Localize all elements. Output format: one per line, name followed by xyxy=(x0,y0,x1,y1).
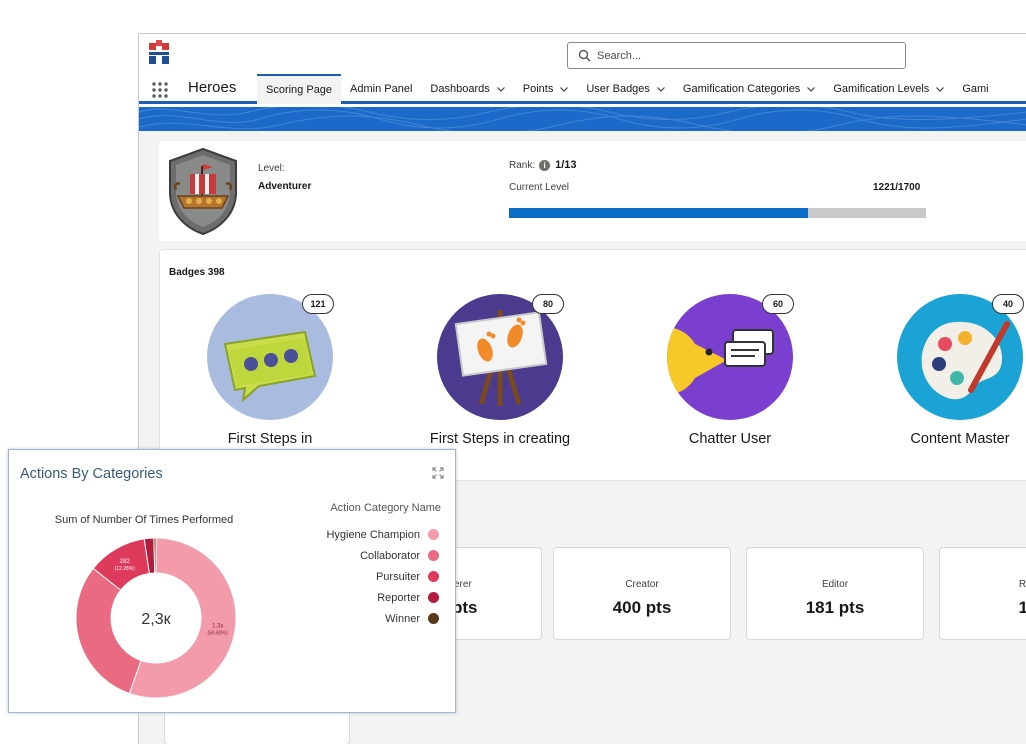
legend-label: Hygiene Champion xyxy=(326,528,420,541)
nav-tab-label: Scoring Page xyxy=(266,84,333,96)
legend-swatch xyxy=(428,592,439,603)
level-progress-bar xyxy=(509,208,926,218)
points-card-category: Rep xyxy=(1018,579,1026,590)
slice-value-label: 1.3к xyxy=(212,624,223,630)
points-card-category: Editor xyxy=(821,579,849,590)
search-icon xyxy=(578,49,591,62)
nav-tab-label: Gamification Levels xyxy=(833,83,930,95)
badge-name: Content Master xyxy=(910,431,1010,447)
legend-item[interactable]: Reporter xyxy=(249,587,441,608)
chevron-down-icon[interactable] xyxy=(496,85,505,93)
chevron-down-icon[interactable] xyxy=(807,85,816,93)
legend-swatch xyxy=(428,550,439,561)
nav-tab[interactable]: Gamification Levels xyxy=(824,74,953,104)
points-card: Creator 400 pts xyxy=(553,547,731,640)
badges-card: Badges 398 121 First Steps in 80 First S… xyxy=(159,249,1026,481)
nav-tab-label: Gamification Categories xyxy=(682,83,801,95)
legend-label: Reporter xyxy=(377,591,420,604)
points-card: Rep 18 xyxy=(939,547,1026,640)
nav-tabs: Scoring Page Admin Panel Dashboards Points U… xyxy=(257,74,998,104)
badge-item[interactable]: 60 Chatter User xyxy=(640,294,820,484)
badges-title: Badges 398 xyxy=(169,267,225,278)
slice-percent-label: (12.28%) xyxy=(115,566,136,572)
donut-center-label: 2,3к xyxy=(141,611,171,628)
legend-title: Action Category Name xyxy=(330,502,441,514)
nav-tab-label: Gami xyxy=(962,83,989,95)
legend-swatch xyxy=(428,529,439,540)
badge-name: Chatter User xyxy=(688,431,772,447)
nav-tab-label: Admin Panel xyxy=(350,83,413,95)
global-search[interactable] xyxy=(567,42,906,69)
points-card-category: Creator xyxy=(625,579,659,590)
viking-ship-shield-icon xyxy=(169,147,237,236)
badge-name: First Steps in xyxy=(227,431,313,447)
legend-item[interactable]: Collaborator xyxy=(249,545,441,566)
badge-count: 80 xyxy=(532,294,564,314)
badge-count: 121 xyxy=(302,294,334,314)
points-card-value: 181 pts xyxy=(805,598,865,617)
legend-swatch xyxy=(428,613,439,624)
app-launcher-icon[interactable] xyxy=(151,81,169,99)
donut-slice[interactable] xyxy=(153,537,157,574)
points-progress-text: 1221/1700 xyxy=(873,182,921,193)
level-value: Adventurer xyxy=(258,181,312,192)
nav-tab[interactable]: Gamification Categories xyxy=(674,74,824,104)
level-label: Level: xyxy=(258,163,285,174)
current-level-label: Current Level xyxy=(509,182,570,193)
nav-tab[interactable]: Admin Panel xyxy=(341,74,421,104)
legend-label: Collaborator xyxy=(360,549,420,562)
legend-item[interactable]: Winner xyxy=(249,608,441,629)
chart-title: Actions By Categories xyxy=(20,466,163,482)
badge-count: 40 xyxy=(992,294,1024,314)
search-input[interactable] xyxy=(597,49,857,62)
slice-value-label: 282 xyxy=(120,559,131,565)
nav-tab[interactable]: Dashboards xyxy=(421,74,513,104)
nav-tab[interactable]: Points xyxy=(514,74,578,104)
app-nav-bar: Heroes Scoring Page Admin Panel Dashboards… xyxy=(139,74,1026,104)
chevron-down-icon[interactable] xyxy=(936,85,945,93)
nav-tab[interactable]: User Badges xyxy=(577,74,674,104)
rank-label: Rank: xyxy=(509,159,536,171)
chevron-down-icon[interactable] xyxy=(560,85,569,93)
legend-swatch xyxy=(428,571,439,582)
nav-tab-label: Dashboards xyxy=(430,83,490,95)
legend-item[interactable]: Pursuiter xyxy=(249,566,441,587)
rank-value: 1/13 xyxy=(555,159,577,171)
legend-label: Pursuiter xyxy=(375,570,420,583)
rank-row: Rank: i 1/13 xyxy=(509,159,577,171)
info-icon[interactable]: i xyxy=(539,159,551,171)
chevron-down-icon[interactable] xyxy=(656,85,665,93)
expand-icon[interactable] xyxy=(432,467,444,479)
slice-percent-label: (50.60%) xyxy=(207,631,228,637)
nav-tab[interactable]: Gami xyxy=(953,74,997,104)
nav-tab[interactable]: Scoring Page xyxy=(257,74,342,104)
nav-tab-label: User Badges xyxy=(586,83,650,95)
badge-item[interactable]: 40 Content Master xyxy=(870,294,1026,484)
badge-count: 60 xyxy=(762,294,794,314)
app-name: Heroes xyxy=(188,79,237,96)
points-card: Editor 181 pts xyxy=(746,547,924,640)
points-card-value: 18 xyxy=(940,598,1026,618)
legend-label: Winner xyxy=(385,612,420,625)
donut-slice[interactable] xyxy=(75,567,142,695)
nav-tab-label: Points xyxy=(522,83,554,95)
points-card-value: 400 pts xyxy=(612,598,672,617)
chart-legend: Hygiene Champion Collaborator Pursuiter Rep… xyxy=(249,524,441,629)
actions-by-categories-panel: Actions By Categories Sum of Number Of T… xyxy=(8,449,456,713)
legend-item[interactable]: Hygiene Champion xyxy=(249,524,441,545)
donut-chart: 2,3к 1.3к(50.60%) 282(12.28%) xyxy=(75,537,237,699)
chart-subtitle: Sum of Number Of Times Performed xyxy=(54,514,234,526)
level-progress-fill xyxy=(509,208,809,218)
level-card: Level: Adventurer Rank: i 1/13 Current L… xyxy=(159,141,1026,241)
global-header xyxy=(139,34,1026,74)
heroes-logo-icon[interactable] xyxy=(147,40,171,66)
badge-name: First Steps in creating xyxy=(429,431,571,447)
header-banner xyxy=(139,107,1026,131)
